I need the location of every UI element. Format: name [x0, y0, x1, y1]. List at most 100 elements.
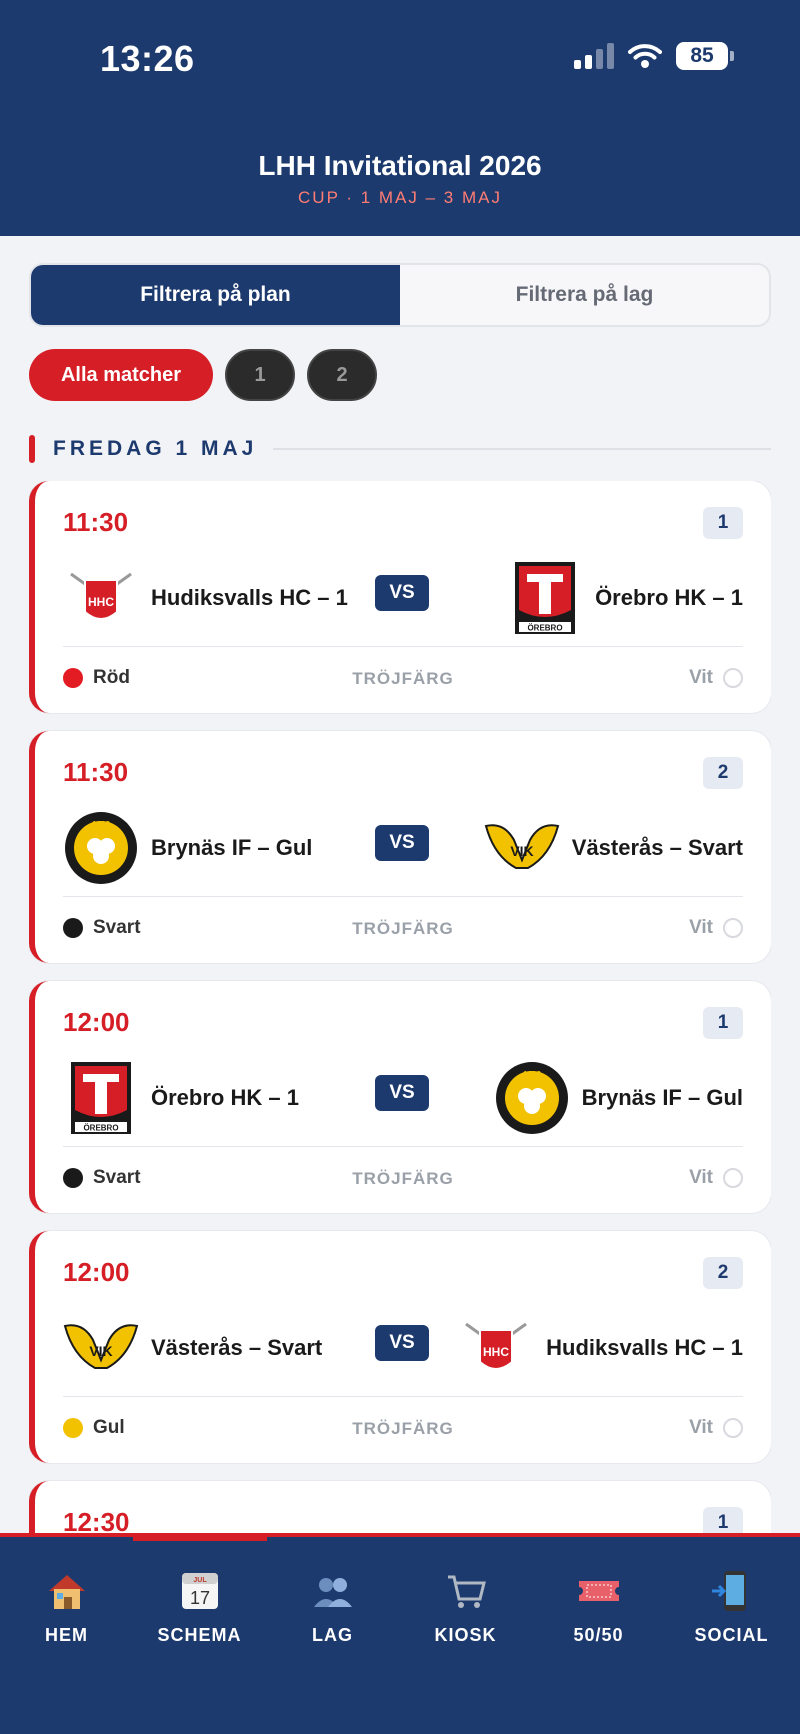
page-subtitle: CUP · 1 MAJ – 3 MAJ [298, 188, 502, 207]
field-badge: 1 [703, 1507, 743, 1533]
tab-label: SCHEMA [157, 1625, 242, 1645]
kit-color-dot [723, 918, 743, 938]
field-badge: 1 [703, 507, 743, 539]
match-card[interactable]: 11:30 2 1912 Brynäs IF – Gul VS VIK Väst… [29, 731, 771, 963]
status-icons: 85 [574, 42, 734, 70]
away-team[interactable]: 1912 Brynäs IF – Gul [494, 1059, 743, 1137]
vik-logo-icon: VIK [63, 1324, 139, 1369]
match-time: 12:30 [63, 1507, 130, 1533]
chip-all-matches[interactable]: Alla matcher [29, 349, 213, 401]
wifi-icon [628, 44, 662, 68]
away-team[interactable]: ÖREBRO Örebro HK – 1 [507, 559, 743, 637]
away-kit-label: Vit [689, 917, 713, 938]
field-chips: Alla matcher 1 2 [29, 349, 377, 401]
page-title: LHH Invitational 2026 [258, 150, 542, 181]
match-time: 12:00 [63, 1257, 130, 1287]
svg-text:17: 17 [189, 1588, 209, 1608]
status-time: 13:26 [100, 38, 195, 79]
home-team[interactable]: ÖREBRO Örebro HK – 1 [63, 1059, 299, 1137]
battery-icon: 85 [676, 42, 734, 70]
match-time: 11:30 [63, 757, 129, 787]
brynas-logo-icon: 1912 [495, 1062, 568, 1134]
kit-caption: TRÖJFÄRG [352, 919, 454, 938]
tab-label: LAG [312, 1625, 353, 1645]
match-card[interactable]: 11:30 1 HHC Hudiksvalls HC – 1 VS ÖREBRO… [29, 481, 771, 713]
card-divider [63, 896, 743, 897]
kit-color-dot [723, 1168, 743, 1188]
hhc-logo-icon: HHC [465, 1322, 527, 1370]
tab-hem[interactable]: HEM [0, 1569, 133, 1646]
filter-segmented-control: Filtrera på plan Filtrera på lag [29, 263, 771, 327]
away-team[interactable]: HHC Hudiksvalls HC – 1 [458, 1309, 743, 1387]
day-divider [273, 448, 771, 450]
svg-text:HHC: HHC [483, 1345, 509, 1359]
match-time: 11:30 [63, 507, 129, 537]
match-card[interactable]: 12:00 1 ÖREBRO Örebro HK – 1 VS 1912 Bry… [29, 981, 771, 1213]
match-list: 11:30 1 HHC Hudiksvalls HC – 1 VS ÖREBRO… [29, 481, 771, 1533]
home-team-name: Brynäs IF – Gul [151, 835, 313, 860]
away-kit-label: Vit [689, 1417, 713, 1438]
away-kit: Vit [689, 917, 743, 939]
svg-text:HHC: HHC [88, 595, 114, 609]
house-icon [48, 1575, 85, 1609]
phone-icon [711, 1571, 746, 1611]
match-card[interactable]: 12:30 1 [29, 1481, 771, 1533]
calendar-icon: JUL 17 [181, 1573, 218, 1609]
brynas-logo-icon: 1912 [65, 812, 137, 884]
home-team-name: Västerås – Svart [151, 1335, 323, 1360]
cart-icon [447, 1575, 486, 1608]
home-team[interactable]: VIK Västerås – Svart [63, 1309, 322, 1387]
away-team-name: Brynäs IF – Gul [581, 1085, 743, 1110]
vs-badge: VS [375, 1075, 429, 1111]
home-team[interactable]: 1912 Brynäs IF – Gul [63, 809, 312, 887]
tab-label: 50/50 [573, 1625, 624, 1645]
tab-5050[interactable]: 50/50 [532, 1569, 665, 1646]
orebro-logo-icon: ÖREBRO [515, 562, 576, 634]
people-icon [313, 1578, 352, 1607]
away-team[interactable]: VIK Västerås – Svart [484, 809, 743, 887]
home-team-name: Hudiksvalls HC – 1 [151, 585, 348, 610]
svg-text:VIK: VIK [89, 1343, 112, 1359]
away-kit: Vit [689, 667, 743, 689]
away-kit-label: Vit [689, 1167, 713, 1188]
tab-label: KIOSK [434, 1625, 497, 1645]
home-team-name: Örebro HK – 1 [151, 1085, 299, 1110]
tab-social[interactable]: SOCIAL [665, 1569, 798, 1646]
kit-caption: TRÖJFÄRG [352, 1419, 454, 1438]
away-kit: Vit [689, 1417, 743, 1439]
field-badge: 1 [703, 1007, 743, 1039]
orebro-logo-icon: ÖREBRO [71, 1062, 131, 1134]
bottom-tab-bar: HEM JUL 17 SCHEMA LAG KIOSK 50/50 SOCIAL [0, 1533, 800, 1734]
svg-text:JUL: JUL [193, 1577, 207, 1584]
day-header: FREDAG 1 MAJ [29, 435, 771, 463]
hhc-logo-icon: HHC [70, 572, 132, 620]
day-accent-bar [29, 435, 35, 463]
tab-kiosk[interactable]: KIOSK [399, 1569, 532, 1646]
battery-level: 85 [676, 42, 728, 70]
match-card[interactable]: 12:00 2 VIK Västerås – Svart VS HHC Hudi… [29, 1231, 771, 1463]
away-team-name: Västerås – Svart [571, 835, 743, 860]
field-badge: 2 [703, 757, 743, 789]
filter-by-field-tab[interactable]: Filtrera på plan [31, 265, 400, 325]
kit-color-dot [723, 1418, 743, 1438]
chip-field-2[interactable]: 2 [307, 349, 377, 401]
away-kit-label: Vit [689, 667, 713, 688]
vs-badge: VS [375, 1325, 429, 1361]
home-team[interactable]: HHC Hudiksvalls HC – 1 [63, 559, 348, 637]
tab-label: SOCIAL [694, 1625, 769, 1645]
svg-text:VIK: VIK [510, 843, 533, 859]
filter-by-team-tab[interactable]: Filtrera på lag [400, 265, 769, 325]
vs-badge: VS [375, 825, 429, 861]
day-label: FREDAG 1 MAJ [53, 437, 258, 460]
chip-field-1[interactable]: 1 [225, 349, 295, 401]
tab-lag[interactable]: LAG [266, 1569, 399, 1646]
field-badge: 2 [703, 1257, 743, 1289]
card-divider [63, 646, 743, 647]
tab-schema[interactable]: JUL 17 SCHEMA [133, 1569, 266, 1646]
svg-text:1912: 1912 [92, 820, 110, 829]
kit-color-dot [723, 668, 743, 688]
vs-badge: VS [375, 575, 429, 611]
kit-caption: TRÖJFÄRG [352, 1169, 454, 1188]
ticket-icon [578, 1581, 619, 1601]
app-header: 13:26 85 LHH Invitational 2026 CUP · 1 M… [0, 0, 800, 236]
